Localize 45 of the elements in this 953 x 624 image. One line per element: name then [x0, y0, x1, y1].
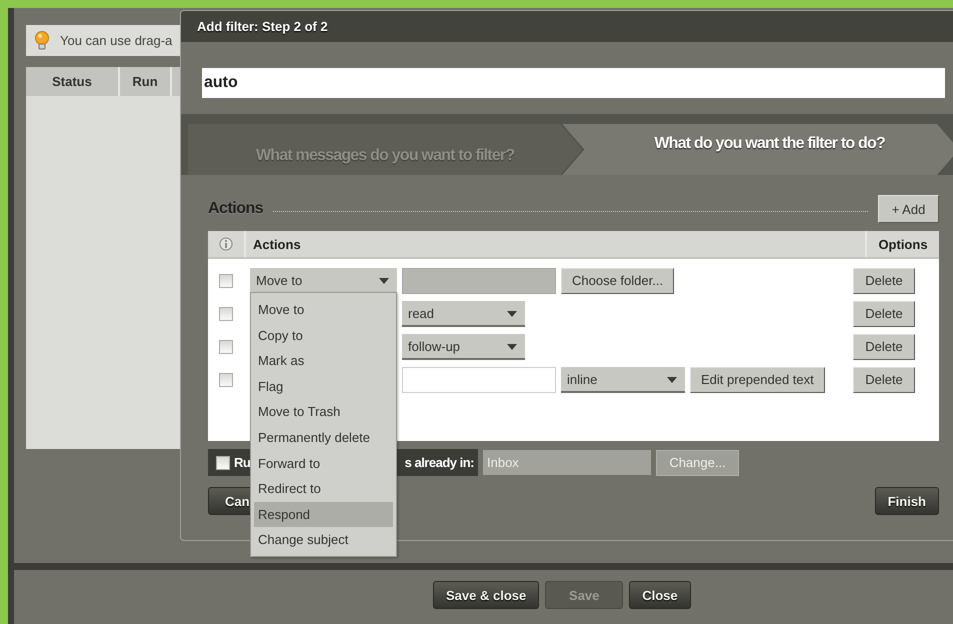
footer-button[interactable]: Close	[629, 581, 691, 609]
dropdown[interactable]: Move to	[250, 268, 397, 294]
menu-item[interactable]: Change subject	[254, 527, 393, 553]
column-header[interactable]: Run	[120, 67, 172, 96]
menu-item[interactable]: Mark as	[254, 348, 393, 374]
caret-icon	[667, 376, 677, 382]
name-field[interactable]: auto	[202, 68, 945, 98]
menu-item[interactable]: Permanently delete	[254, 424, 393, 451]
delete-button[interactable]: Delete	[853, 268, 915, 294]
menu-item[interactable]: Copy to	[254, 322, 393, 348]
caret-icon	[379, 278, 389, 284]
column-header: Options	[865, 231, 939, 257]
menu-item[interactable]: Flag	[254, 374, 393, 400]
step-tab[interactable]: What do you want the filter to do?	[562, 124, 953, 175]
column-header: Actions	[252, 236, 302, 254]
menu-item[interactable]: Move to Trash	[254, 399, 393, 425]
dropdown[interactable]: follow-up	[402, 334, 525, 360]
checkbox[interactable]	[219, 306, 233, 320]
caret-icon	[507, 310, 517, 316]
footer-button[interactable]: Save & close	[433, 581, 540, 609]
info-icon	[219, 237, 233, 251]
caret-icon	[507, 344, 517, 350]
input-field[interactable]	[402, 366, 556, 392]
menu-item[interactable]: Move to	[254, 297, 393, 323]
run-label: s already in:	[404, 455, 474, 470]
dialog-title: Add filter: Step 2 of 2	[181, 11, 953, 42]
delete-button[interactable]: Delete	[853, 366, 915, 392]
finish-button[interactable]: Finish	[874, 487, 939, 515]
option-button[interactable]: Edit prepended text	[690, 366, 825, 392]
add-button[interactable]: + Add	[878, 195, 939, 223]
checkbox[interactable]	[219, 372, 233, 386]
run-label: Ru	[234, 455, 250, 470]
lightbulb-icon	[34, 30, 50, 50]
menu-item[interactable]: Forward to	[254, 450, 393, 476]
checkbox[interactable]	[219, 340, 233, 354]
tip-text: You can use drag-a	[60, 33, 172, 48]
option-button[interactable]: Choose folder...	[561, 268, 674, 294]
dropdown[interactable]: inline	[561, 366, 685, 392]
menu-item[interactable]: Respond	[254, 502, 393, 528]
delete-button[interactable]: Delete	[853, 334, 915, 360]
checkbox[interactable]	[219, 274, 233, 288]
dropdown[interactable]: read	[402, 300, 525, 326]
delete-button[interactable]: Delete	[853, 300, 915, 326]
column-header[interactable]: Status	[26, 67, 120, 96]
section-title: Actions	[208, 200, 264, 218]
